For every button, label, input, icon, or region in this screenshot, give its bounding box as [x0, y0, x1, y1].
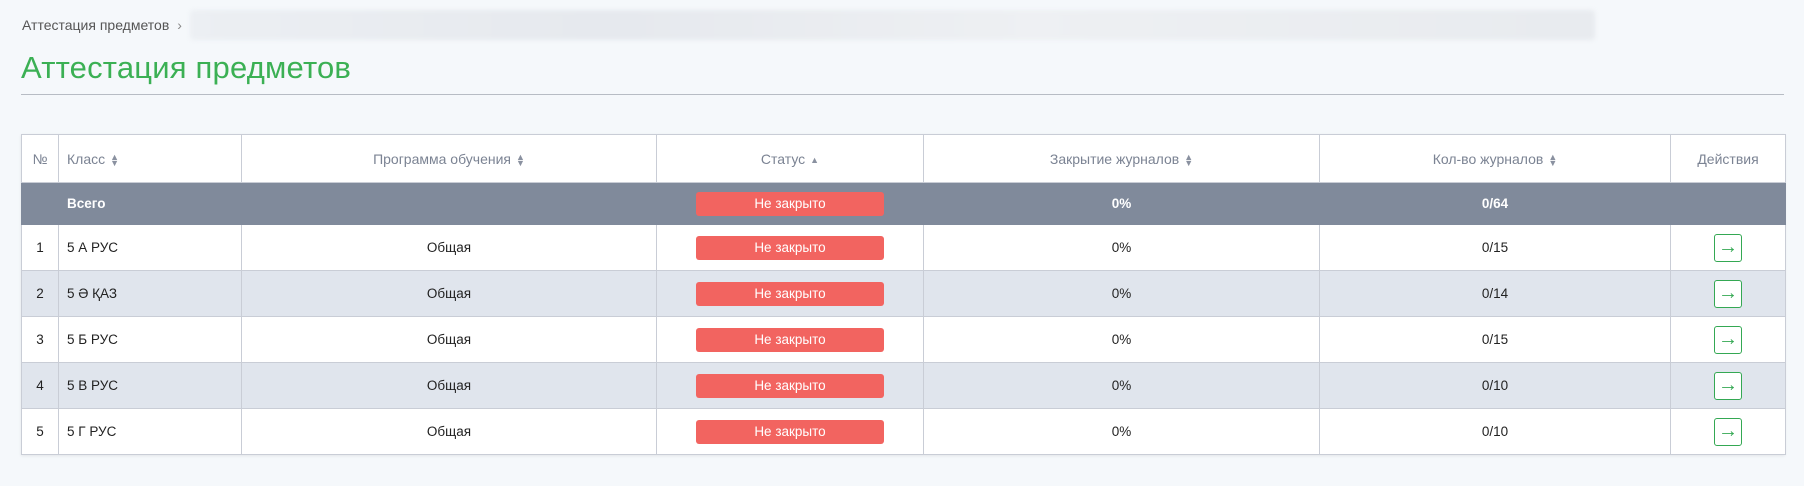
table-header-row: № Класс ▲ ▼ Программа обучения ▲ ▼ Статус ▲ З…: [21, 134, 1786, 183]
table-row: 4 5 В РУС Общая Не закрыто 0% 0/10 →: [21, 362, 1786, 409]
open-row-button[interactable]: →: [1714, 325, 1742, 354]
breadcrumb-blurred-area: [190, 10, 1595, 40]
row-num: 3: [21, 316, 59, 363]
row-class: 5 Г РУС: [58, 408, 242, 455]
row-closing: 0%: [923, 224, 1320, 271]
chevron-right-icon: ›: [177, 17, 182, 33]
open-row-button[interactable]: →: [1714, 417, 1742, 446]
row-closing: 0%: [923, 408, 1320, 455]
arrow-right-icon: →: [1718, 374, 1738, 396]
header-program[interactable]: Программа обучения ▲ ▼: [241, 134, 657, 183]
row-program: Общая: [241, 270, 657, 317]
row-count: 0/10: [1319, 408, 1671, 455]
row-num: 4: [21, 362, 59, 409]
row-program: Общая: [241, 408, 657, 455]
sort-icon[interactable]: ▲ ▼: [110, 152, 119, 167]
table-row: 5 5 Г РУС Общая Не закрыто 0% 0/10 →: [21, 408, 1786, 455]
sort-icon[interactable]: ▲ ▼: [516, 152, 525, 167]
breadcrumb-item[interactable]: Аттестация предметов: [22, 17, 169, 33]
sort-icon[interactable]: ▲ ▼: [1548, 152, 1557, 167]
total-label: Всего: [58, 182, 242, 225]
row-count: 0/14: [1319, 270, 1671, 317]
header-class[interactable]: Класс ▲ ▼: [58, 134, 242, 183]
status-badge: Не закрыто: [696, 419, 884, 444]
row-count: 0/15: [1319, 316, 1671, 363]
arrow-right-icon: →: [1718, 328, 1738, 350]
row-class: 5 В РУС: [58, 362, 242, 409]
arrow-right-icon: →: [1718, 420, 1738, 442]
page-title: Аттестация предметов: [21, 50, 352, 85]
row-num: 1: [21, 224, 59, 271]
row-num: 5: [21, 408, 59, 455]
row-count: 0/15: [1319, 224, 1671, 271]
breadcrumb: Аттестация предметов ›: [22, 14, 182, 36]
open-row-button[interactable]: →: [1714, 233, 1742, 262]
row-closing: 0%: [923, 270, 1320, 317]
status-badge: Не закрыто: [696, 327, 884, 352]
row-class: 5 А РУС: [58, 224, 242, 271]
arrow-right-icon: →: [1718, 236, 1738, 258]
table-total-row: Всего Не закрыто 0% 0/64: [21, 182, 1786, 225]
total-closing: 0%: [923, 182, 1320, 225]
row-count: 0/10: [1319, 362, 1671, 409]
row-num: 2: [21, 270, 59, 317]
sort-icon[interactable]: ▲ ▼: [1184, 152, 1193, 167]
sort-asc-icon[interactable]: ▲: [810, 155, 819, 164]
row-program: Общая: [241, 224, 657, 271]
row-program: Общая: [241, 316, 657, 363]
status-badge: Не закрыто: [696, 235, 884, 260]
header-count[interactable]: Кол-во журналов ▲ ▼: [1319, 134, 1671, 183]
attestation-table: № Класс ▲ ▼ Программа обучения ▲ ▼ Статус ▲ З…: [21, 134, 1786, 455]
table-row: 1 5 А РУС Общая Не закрыто 0% 0/15 →: [21, 224, 1786, 271]
header-status[interactable]: Статус ▲: [656, 134, 924, 183]
header-closing[interactable]: Закрытие журналов ▲ ▼: [923, 134, 1320, 183]
open-row-button[interactable]: →: [1714, 279, 1742, 308]
attestation-table-container: № Класс ▲ ▼ Программа обучения ▲ ▼ Статус ▲ З…: [21, 134, 1786, 455]
status-badge: Не закрыто: [696, 373, 884, 398]
row-closing: 0%: [923, 362, 1320, 409]
arrow-right-icon: →: [1718, 282, 1738, 304]
header-num: №: [21, 134, 59, 183]
open-row-button[interactable]: →: [1714, 371, 1742, 400]
total-count: 0/64: [1319, 182, 1671, 225]
header-actions: Действия: [1670, 134, 1786, 183]
row-class: 5 Б РУС: [58, 316, 242, 363]
title-divider: [21, 94, 1784, 95]
table-row: 2 5 Ә ҚАЗ Общая Не закрыто 0% 0/14 →: [21, 270, 1786, 317]
row-closing: 0%: [923, 316, 1320, 363]
table-row: 3 5 Б РУС Общая Не закрыто 0% 0/15 →: [21, 316, 1786, 363]
status-badge: Не закрыто: [696, 191, 884, 216]
status-badge: Не закрыто: [696, 281, 884, 306]
row-class: 5 Ә ҚАЗ: [58, 270, 242, 317]
row-program: Общая: [241, 362, 657, 409]
